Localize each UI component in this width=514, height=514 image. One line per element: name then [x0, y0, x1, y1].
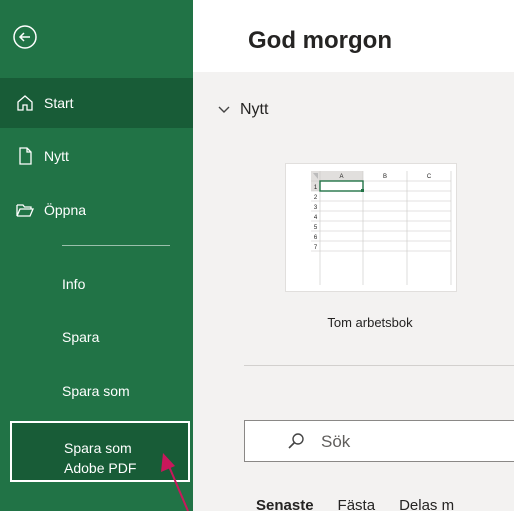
tab-fasta[interactable]: Fästa	[338, 497, 376, 514]
sidebar-item-label: Start	[44, 95, 74, 111]
pdf-item-label-line1: Spara som	[64, 440, 132, 456]
pdf-item-label-line2: Adobe PDF	[64, 460, 137, 476]
column-header: A	[339, 174, 343, 180]
sidebar-item-label: Öppna	[44, 202, 87, 218]
sidebar-item-spara[interactable]: Spara	[0, 312, 193, 362]
sidebar-item-label: Nytt	[44, 148, 69, 164]
new-document-icon	[16, 147, 34, 165]
new-section-toggle[interactable]: Nytt	[218, 101, 268, 119]
chevron-down-icon	[218, 101, 230, 119]
search-placeholder: Sök	[321, 432, 351, 451]
sidebar-item-oppna[interactable]: Öppna	[0, 185, 193, 235]
tab-senaste[interactable]: Senaste	[256, 497, 314, 514]
back-arrow-icon[interactable]	[12, 24, 38, 50]
spreadsheet-preview: A B C 1 2 3 4 5 6 7	[286, 164, 456, 291]
section-divider	[244, 365, 514, 366]
search-icon	[287, 432, 305, 455]
page-title: God morgon	[248, 27, 392, 54]
search-input[interactable]: Sök	[244, 420, 514, 462]
column-header: B	[383, 174, 387, 180]
sidebar-item-save-as-adobe-pdf[interactable]: Spara som Adobe PDF	[10, 421, 190, 482]
template-label: Tom arbetsbok	[327, 315, 413, 330]
sidebar-item-label: Spara som	[62, 383, 130, 399]
open-folder-icon	[16, 201, 34, 219]
sidebar-item-nytt[interactable]: Nytt	[0, 131, 193, 181]
sidebar-item-label: Info	[62, 276, 86, 292]
column-header: C	[427, 174, 432, 180]
new-section-title: Nytt	[240, 101, 269, 118]
home-icon	[16, 94, 34, 112]
blank-workbook-thumbnail[interactable]: A B C 1 2 3 4 5 6 7	[285, 163, 457, 292]
sidebar-item-start[interactable]: Start	[0, 78, 193, 128]
tab-delas[interactable]: Delas m	[399, 497, 454, 514]
file-list-tabs: Senaste Fästa Delas m	[256, 497, 478, 514]
backstage-sidebar: Start Nytt Öppna Info Spara Spara som Sp…	[0, 0, 193, 511]
sidebar-item-spara-som[interactable]: Spara som	[0, 366, 193, 416]
sidebar-item-label: Spara	[62, 329, 100, 345]
sidebar-divider	[62, 245, 170, 246]
sidebar-item-info[interactable]: Info	[0, 259, 193, 309]
